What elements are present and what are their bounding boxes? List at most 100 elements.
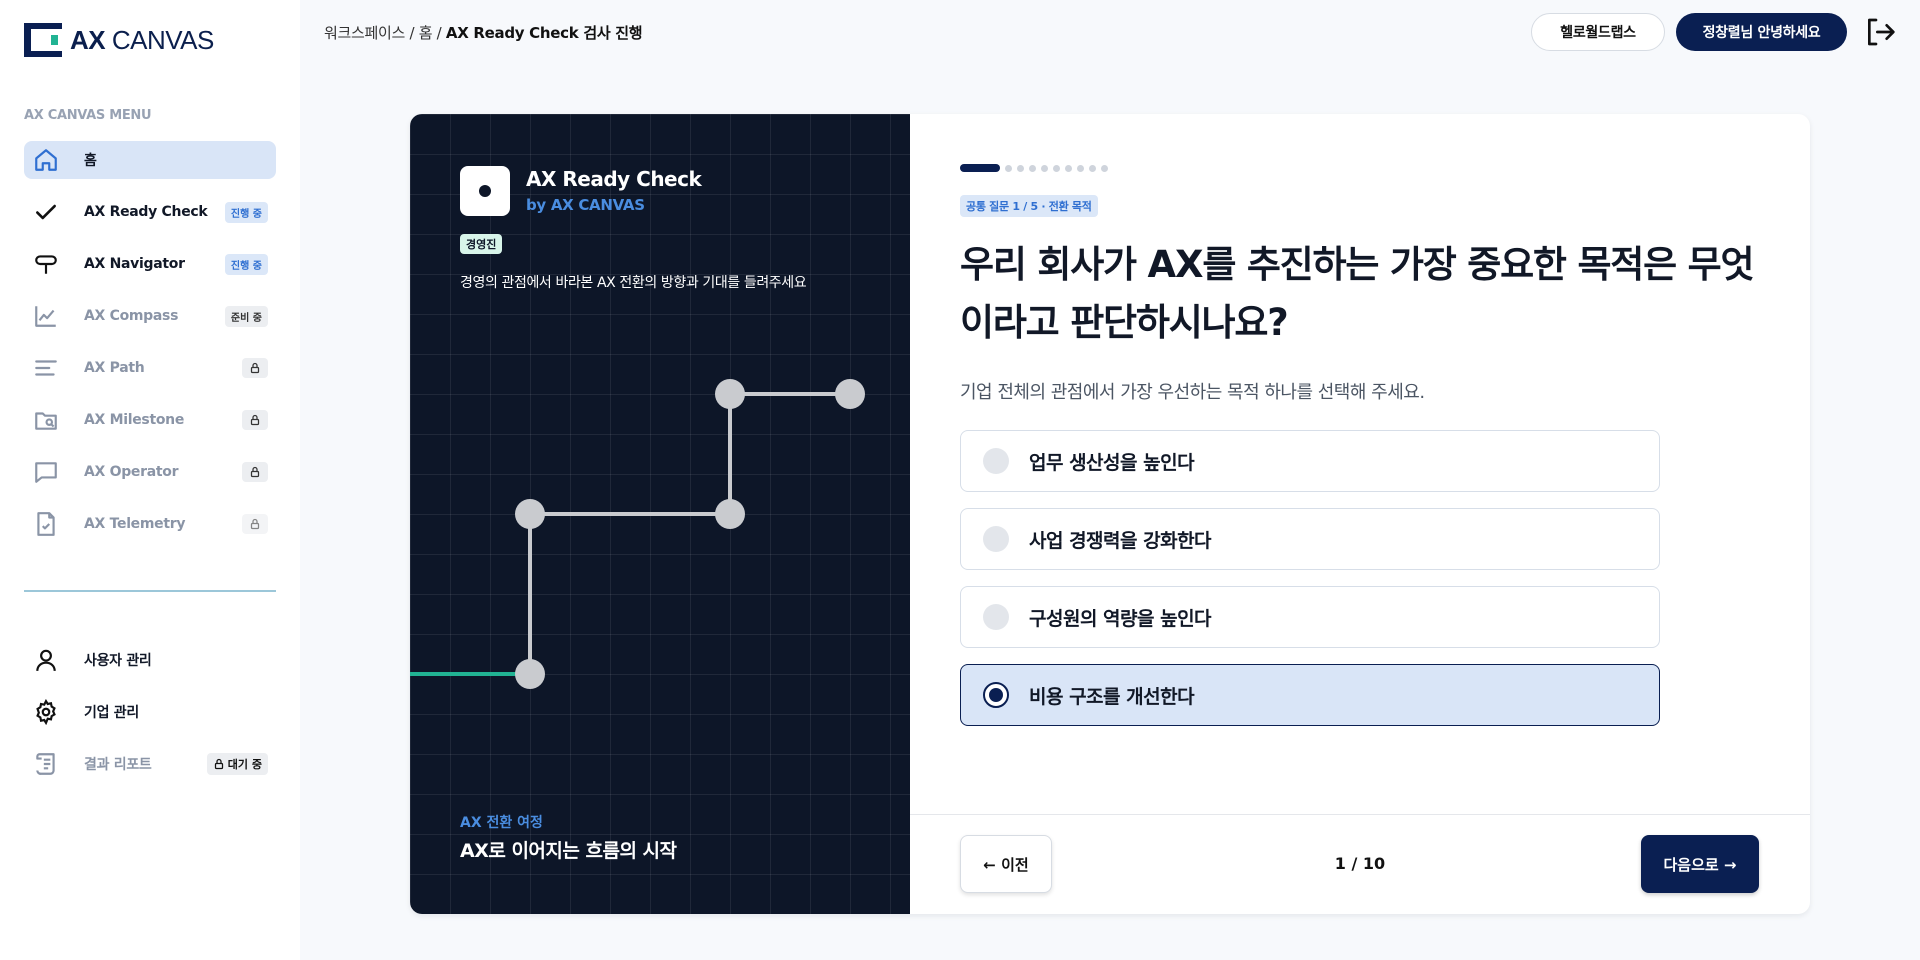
user-icon — [24, 641, 68, 679]
status-badge: 진행 중 — [224, 253, 268, 275]
lock-icon — [242, 358, 268, 378]
intro-title: AX Ready Check — [526, 167, 702, 191]
sidebar-item-label: 결과 리포트 — [84, 757, 152, 773]
question-title: 우리 회사가 AX를 추진하는 가장 중요한 목적은 무엇이라고 판단하시나요? — [960, 243, 1755, 344]
answer-option[interactable]: 사업 경쟁력을 강화한다 — [960, 508, 1660, 570]
sidebar-item-label: AX Operator — [84, 464, 179, 480]
intro-description: 경영의 관점에서 바라본 AX 전환의 방향과 기대를 들려주세요 — [460, 275, 807, 291]
assessment-card: AX Ready Check by AX CANVAS 경영진 경영의 관점에서… — [410, 114, 1810, 914]
breadcrumb: 워크스페이스 / 홈 / AX Ready Check 검사 진행 — [324, 22, 643, 43]
answer-option-label: 구성원의 역량을 높인다 — [1029, 607, 1212, 630]
sidebar-item-label: AX Compass — [84, 308, 179, 324]
sidebar-item-label: AX Path — [84, 360, 145, 376]
sidebar-item-label: 기업 관리 — [84, 705, 139, 721]
footer-divider — [910, 814, 1810, 815]
journey-graph-node — [715, 499, 745, 529]
next-button[interactable]: 다음으로 → — [1641, 835, 1759, 893]
question-subtitle: 기업 전체의 관점에서 가장 우선하는 목적 하나를 선택해 주세요. — [960, 382, 1425, 403]
breadcrumb-current: AX Ready Check 검사 진행 — [445, 24, 643, 42]
radio-button-checked[interactable] — [983, 682, 1009, 708]
sidebar-item-ax-navigator[interactable]: AX Navigator 진행 중 — [24, 245, 276, 283]
journey-graph-node — [515, 659, 545, 689]
lock-icon — [242, 410, 268, 430]
journey-graph-node — [715, 379, 745, 409]
status-badge-label: 대기 중 — [227, 758, 262, 771]
progress-step — [1029, 164, 1036, 172]
answer-option-label: 업무 생산성을 높인다 — [1029, 451, 1195, 474]
prev-button[interactable]: ← 이전 — [960, 835, 1052, 893]
sidebar-item-label: 사용자 관리 — [84, 653, 152, 669]
progress-step — [1089, 164, 1096, 172]
sidebar-item-result-report[interactable]: 결과 리포트 대기 중 — [24, 745, 276, 783]
ready-check-logo-icon — [460, 166, 510, 216]
org-button[interactable]: 헬로월드랩스 — [1531, 13, 1665, 51]
check-icon — [24, 193, 68, 231]
progress-step — [1017, 164, 1024, 172]
status-badge: 대기 중 — [206, 753, 268, 775]
app-logo[interactable]: AX CANVAS — [24, 23, 214, 57]
lock-icon — [214, 758, 223, 770]
sidebar-item-ax-milestone[interactable]: AX Milestone — [24, 401, 276, 439]
folder-search-icon — [24, 401, 68, 439]
breadcrumb-path[interactable]: 워크스페이스 / 홈 / — [324, 24, 446, 42]
sidebar-item-label: 홈 — [84, 153, 97, 169]
logo-mark-icon — [24, 23, 62, 57]
sidebar-item-ax-path[interactable]: AX Path — [24, 349, 276, 387]
user-greeting-button[interactable]: 정창렬님 안녕하세요 — [1676, 13, 1847, 51]
answer-option-label: 비용 구조를 개선한다 — [1029, 685, 1195, 708]
sidebar-item-label: AX Telemetry — [84, 516, 186, 532]
journey-label: AX 전환 여정 — [460, 815, 543, 831]
sidebar-divider — [24, 590, 276, 592]
journey-graph-node — [835, 379, 865, 409]
journey-graph-node — [515, 499, 545, 529]
role-tag: 경영진 — [460, 234, 503, 254]
progress-step — [1065, 164, 1072, 172]
progress-step — [1077, 164, 1084, 172]
signpost-icon — [24, 245, 68, 283]
sidebar-item-home[interactable]: 홈 — [24, 141, 276, 179]
lines-icon — [24, 349, 68, 387]
radio-button[interactable] — [983, 604, 1009, 630]
sidebar-item-label: AX Navigator — [84, 256, 185, 272]
progress-indicator — [960, 164, 1108, 172]
status-badge: 준비 중 — [224, 305, 268, 327]
sidebar-item-user-management[interactable]: 사용자 관리 — [24, 641, 276, 679]
progress-step-active — [960, 164, 1000, 172]
radio-button[interactable] — [983, 526, 1009, 552]
logo-text: AX CANVAS — [70, 24, 214, 55]
answer-option-label: 사업 경쟁력을 강화한다 — [1029, 529, 1212, 552]
question-panel: 공통 질문 1 / 5 · 전환 목적 우리 회사가 AX를 추진하는 가장 중… — [910, 114, 1810, 914]
progress-step — [1101, 164, 1108, 172]
sidebar-item-ax-compass[interactable]: AX Compass 준비 중 — [24, 297, 276, 335]
file-check-icon — [24, 505, 68, 543]
scroll-icon — [24, 745, 68, 783]
sidebar-item-label: AX Ready Check — [84, 204, 208, 220]
sidebar: AX CANVAS AX CANVAS MENU 홈 AX Ready Chec… — [0, 0, 300, 960]
answer-option-selected[interactable]: 비용 구조를 개선한다 — [960, 664, 1660, 726]
answer-option[interactable]: 구성원의 역량을 높인다 — [960, 586, 1660, 648]
sidebar-item-label: AX Milestone — [84, 412, 185, 428]
gear-icon — [24, 693, 68, 731]
intro-panel: AX Ready Check by AX CANVAS 경영진 경영의 관점에서… — [410, 114, 910, 914]
answer-option[interactable]: 업무 생산성을 높인다 — [960, 430, 1660, 492]
intro-subtitle: by AX CANVAS — [526, 196, 645, 214]
journey-graph-path — [528, 392, 850, 674]
sidebar-item-ax-ready-check[interactable]: AX Ready Check 진행 중 — [24, 193, 276, 231]
page-indicator: 1 / 10 — [1334, 854, 1386, 873]
sidebar-item-ax-telemetry[interactable]: AX Telemetry — [24, 505, 276, 543]
progress-step — [1041, 164, 1048, 172]
question-tag: 공통 질문 1 / 5 · 전환 목적 — [960, 195, 1098, 217]
lock-icon — [242, 462, 268, 482]
logout-icon[interactable] — [1864, 16, 1896, 48]
home-icon — [24, 141, 68, 179]
menu-section-title: AX CANVAS MENU — [24, 108, 152, 123]
sidebar-item-ax-operator[interactable]: AX Operator — [24, 453, 276, 491]
journey-title: AX로 이어지는 흐름의 시작 — [460, 840, 677, 862]
lock-icon — [242, 514, 268, 534]
status-badge: 진행 중 — [224, 201, 268, 223]
progress-step — [1053, 164, 1060, 172]
chat-icon — [24, 453, 68, 491]
progress-step — [1005, 164, 1012, 172]
radio-button[interactable] — [983, 448, 1009, 474]
sidebar-item-company-management[interactable]: 기업 관리 — [24, 693, 276, 731]
